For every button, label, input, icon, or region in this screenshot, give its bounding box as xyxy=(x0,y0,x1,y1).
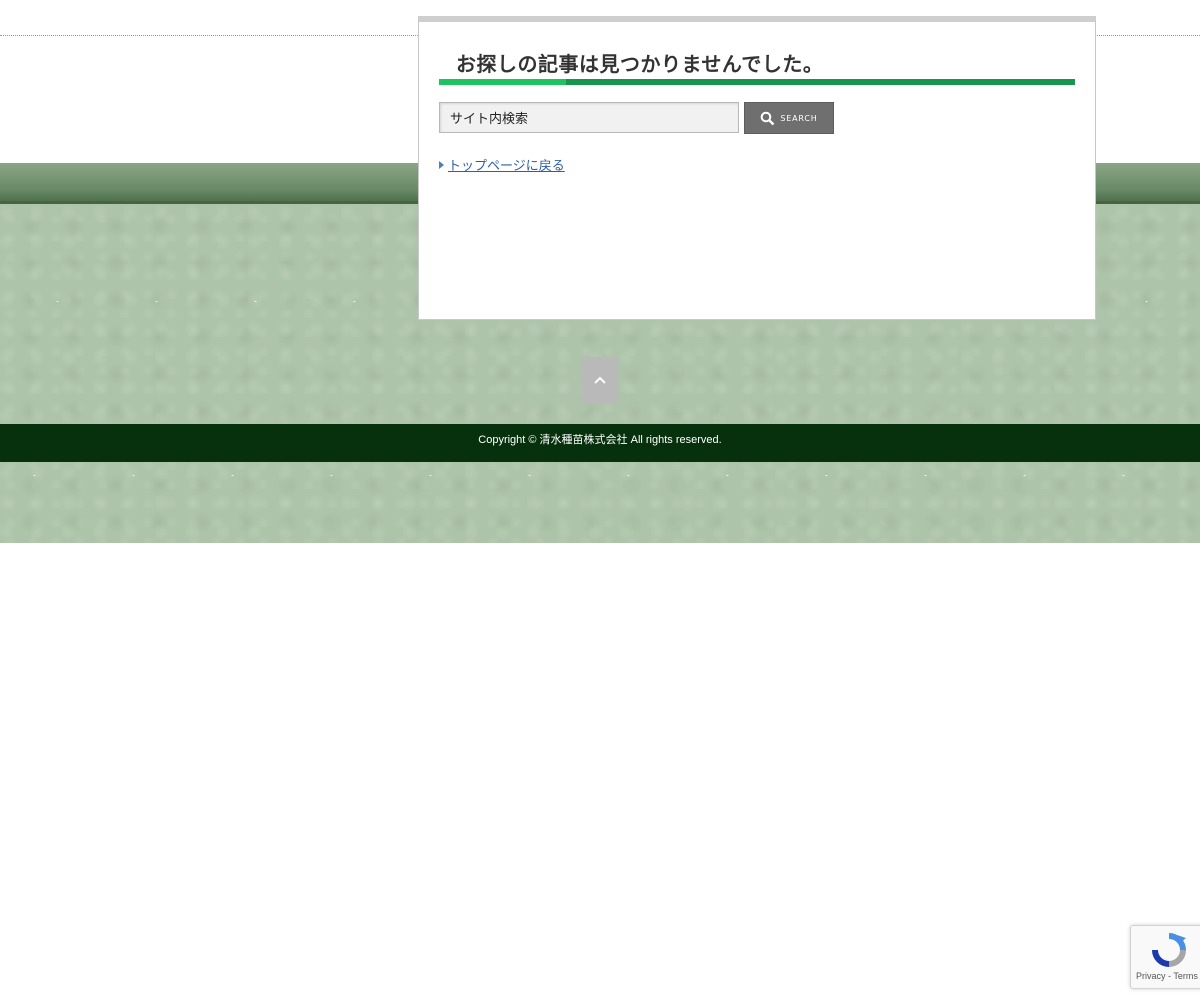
search-icon xyxy=(761,111,775,125)
title-underline xyxy=(439,79,1075,85)
search-button[interactable]: SEARCH xyxy=(744,102,834,134)
decorative-dots-row xyxy=(0,475,1200,476)
recaptcha-terms-text[interactable]: Privacy - Terms xyxy=(1136,971,1198,981)
search-button-label: SEARCH xyxy=(780,114,818,123)
page-top-button[interactable] xyxy=(582,357,618,403)
back-to-top-page-link[interactable]: トップページに戻る xyxy=(448,155,565,174)
page-title: お探しの記事は見つかりませんでした。 xyxy=(456,52,824,76)
footer-bar: Copyright © 清水種苗株式会社 All rights reserved… xyxy=(0,424,1200,462)
recaptcha-badge[interactable]: Privacy - Terms xyxy=(1130,925,1200,989)
arrow-right-icon xyxy=(439,160,444,169)
main-content-panel: お探しの記事は見つかりませんでした。 SEARCH トップページに戻る xyxy=(418,16,1096,320)
copyright-text: Copyright © 清水種苗株式会社 All rights reserved… xyxy=(478,434,722,446)
recaptcha-icon xyxy=(1152,933,1186,967)
chevron-up-icon xyxy=(594,376,606,384)
search-input[interactable] xyxy=(439,102,739,133)
back-link-row: トップページに戻る xyxy=(439,155,565,174)
